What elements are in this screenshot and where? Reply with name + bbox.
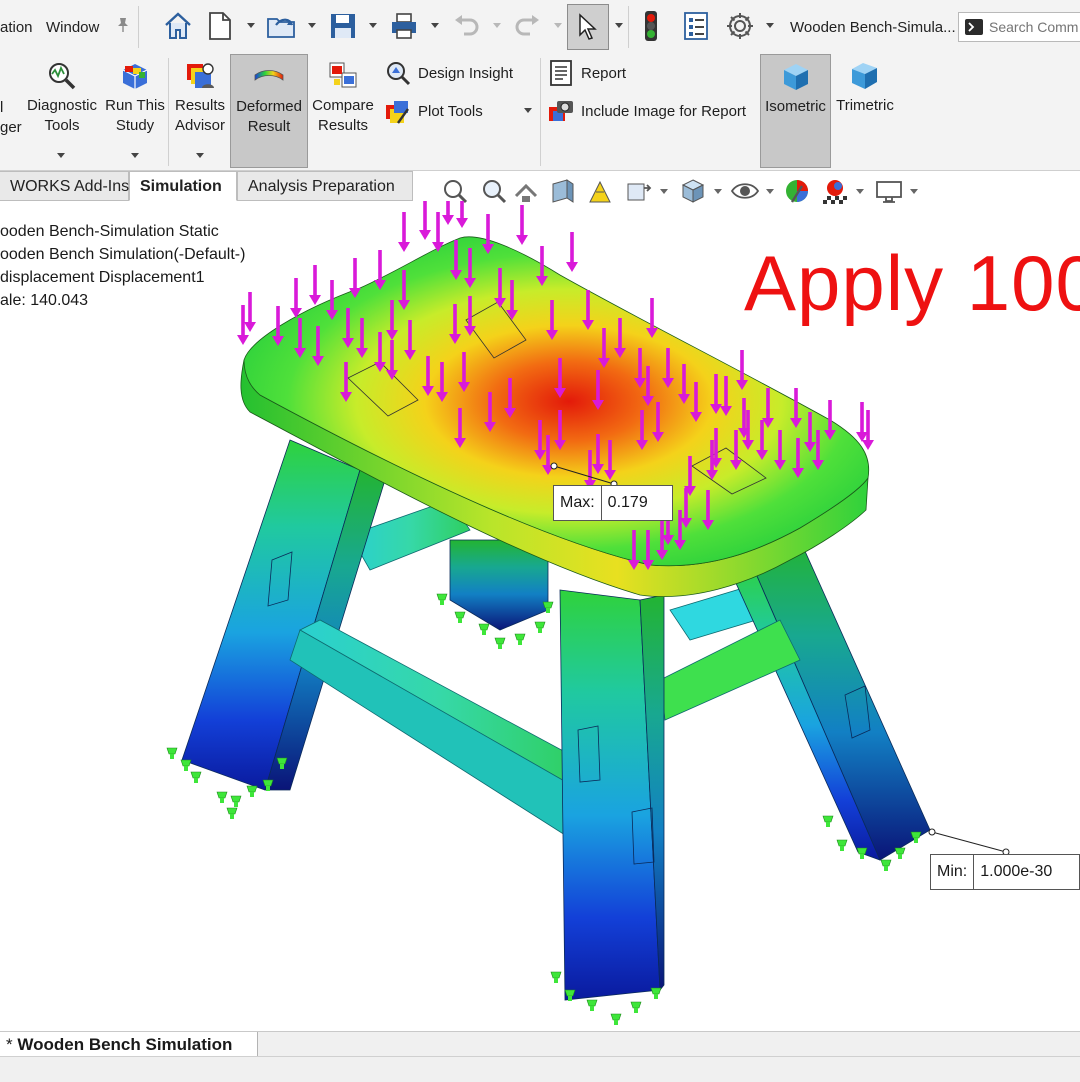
report-button[interactable]: Report: [547, 59, 626, 87]
max-probe-key: Max:: [554, 486, 602, 520]
max-probe-value: 0.179: [607, 494, 648, 511]
results-advisor-label-line1: Results: [174, 97, 226, 114]
compare-results-label-line2: Results: [317, 117, 369, 134]
undo-icon[interactable]: [446, 6, 486, 46]
select-pointer-icon[interactable]: [567, 4, 609, 50]
min-probe-value: 1.000e-30: [980, 863, 1053, 880]
results-advisor-button[interactable]: Results Advisor: [172, 60, 228, 136]
menu-window[interactable]: Window: [46, 19, 99, 36]
redo-icon[interactable]: [508, 6, 548, 46]
report-label: Report: [581, 64, 627, 82]
undo-dropdown-chevron-icon[interactable]: [492, 22, 502, 30]
command-manager-ribbon: l ger Diagnostic Tools Run This Study Re…: [0, 54, 1080, 171]
compare-results-button[interactable]: Compare Results: [310, 60, 376, 136]
model-tab-modified-marker: *: [6, 1035, 13, 1054]
trimetric-label: Trimetric: [836, 97, 894, 114]
model-config-label: ooden Bench Simulation(-Default-): [0, 246, 246, 263]
isometric-label: Isometric: [765, 98, 826, 115]
overlay-caption: Apply 100: [744, 239, 1080, 327]
diagnostic-tools-label-line1: Diagnostic: [26, 97, 98, 114]
isometric-view-button[interactable]: Isometric: [760, 54, 831, 168]
menu-simulation[interactable]: ation: [0, 19, 33, 36]
model-tab-bar: * Wooden Bench Simulation: [0, 1031, 1080, 1082]
deformed-result-icon: [254, 70, 284, 81]
design-insight-button[interactable]: Design Insight: [384, 59, 513, 87]
search-input[interactable]: [989, 17, 1080, 37]
command-prompt-icon: [965, 19, 983, 35]
tab-simulation[interactable]: Simulation: [129, 171, 237, 201]
tab-add-ins[interactable]: WORKS Add-Ins: [0, 171, 129, 201]
redo-dropdown-chevron-icon[interactable]: [553, 22, 563, 30]
deformed-result-label-line1: Deformed: [236, 98, 302, 115]
options-dropdown-chevron-icon[interactable]: [765, 22, 775, 30]
run-study-label-line1: Run This: [105, 97, 165, 114]
compare-results-icon: [329, 62, 357, 88]
search-commands-box[interactable]: [958, 12, 1080, 42]
file-properties-icon[interactable]: [676, 6, 716, 46]
diagnostic-tools-chevron-icon[interactable]: [56, 152, 66, 159]
ribbon-separator: [540, 58, 541, 166]
save-icon[interactable]: [323, 6, 363, 46]
quick-access-toolbar: ation Window Wooden Bench-Simula... Sear…: [0, 0, 1080, 55]
plot-tools-icon: [386, 101, 409, 124]
include-image-label: Include Image for Report: [581, 102, 747, 120]
tab-analysis-preparation[interactable]: Analysis Preparation: [237, 171, 413, 201]
min-displacement-probe[interactable]: Min: 1.000e-30: [930, 854, 1080, 890]
cut-off-label-line2: ger: [0, 119, 22, 136]
print-icon[interactable]: [384, 6, 424, 46]
study-name-label: ooden Bench-Simulation Static: [0, 223, 219, 240]
model-tab-label: Wooden Bench Simulation: [17, 1035, 233, 1054]
save-dropdown-chevron-icon[interactable]: [368, 22, 378, 30]
run-study-chevron-icon[interactable]: [130, 152, 140, 159]
traffic-light-icon[interactable]: [631, 6, 671, 46]
results-advisor-label-line2: Advisor: [174, 117, 226, 134]
isometric-cube-icon: [783, 64, 808, 90]
document-title: Wooden Bench-Simula...: [790, 19, 956, 36]
run-this-study-button[interactable]: Run This Study: [104, 60, 166, 136]
home-icon[interactable]: [158, 6, 198, 46]
options-gear-icon[interactable]: [720, 6, 760, 46]
pin-icon[interactable]: [116, 17, 130, 37]
cut-off-command-button[interactable]: l ger: [0, 98, 22, 138]
trimetric-view-button[interactable]: Trimetric: [834, 60, 896, 116]
toolbar-separator: [628, 6, 629, 48]
model-tab-wooden-bench-simulation[interactable]: * Wooden Bench Simulation: [0, 1032, 258, 1057]
design-insight-icon: [387, 62, 411, 86]
ribbon-separator: [168, 58, 169, 166]
plot-tools-label: Plot Tools: [418, 102, 483, 120]
deformed-result-label-line2: Result: [247, 118, 291, 135]
diagnostic-tools-label-line2: Tools: [44, 117, 80, 134]
design-insight-label: Design Insight: [418, 64, 514, 82]
plot-tools-chevron-icon[interactable]: [523, 107, 533, 114]
report-icon: [550, 60, 572, 86]
plot-tools-button[interactable]: Plot Tools: [384, 97, 483, 125]
open-dropdown-chevron-icon[interactable]: [307, 22, 317, 30]
max-displacement-probe[interactable]: Max: 0.179: [553, 485, 673, 521]
camera-image-icon: [549, 101, 573, 121]
results-advisor-icon: [187, 63, 214, 88]
diagnostic-tools-button[interactable]: Diagnostic Tools: [24, 60, 100, 136]
plot-type-label: displacement Displacement1: [0, 269, 205, 286]
new-document-icon[interactable]: [200, 6, 240, 46]
trimetric-cube-icon: [852, 63, 877, 89]
diagnostic-magnifier-icon: [49, 63, 76, 90]
compare-results-label-line1: Compare: [312, 97, 374, 114]
select-dropdown-chevron-icon[interactable]: [614, 22, 624, 30]
new-dropdown-chevron-icon[interactable]: [246, 22, 256, 30]
include-image-for-report-button[interactable]: Include Image for Report: [547, 97, 746, 125]
min-probe-key: Min:: [931, 855, 975, 889]
print-dropdown-chevron-icon[interactable]: [430, 22, 440, 30]
run-study-icon: [122, 64, 148, 89]
run-study-label-line2: Study: [115, 117, 155, 134]
open-folder-icon[interactable]: [262, 6, 302, 46]
toolbar-separator: [138, 6, 139, 48]
cut-off-label-line1: l: [0, 99, 4, 116]
deformed-result-button[interactable]: Deformed Result: [230, 54, 308, 168]
deformation-scale-label: ale: 140.043: [0, 292, 89, 309]
status-bar: [0, 1056, 1080, 1082]
results-advisor-chevron-icon[interactable]: [195, 152, 205, 159]
